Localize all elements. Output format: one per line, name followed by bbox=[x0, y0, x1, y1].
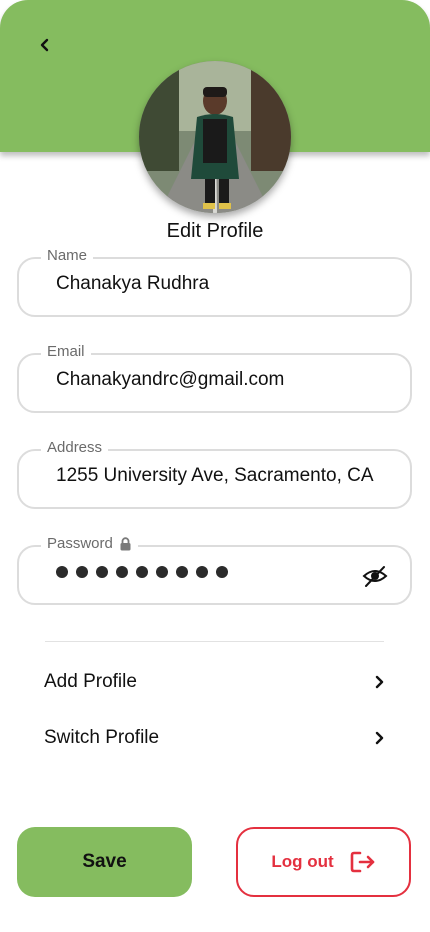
lock-icon bbox=[120, 536, 131, 550]
password-input[interactable] bbox=[56, 566, 228, 578]
switch-profile-item[interactable]: Switch Profile bbox=[44, 722, 386, 754]
name-label: Name bbox=[41, 247, 94, 264]
logout-label: Log out bbox=[271, 852, 334, 871]
password-dot bbox=[136, 566, 148, 578]
add-profile-label: Add Profile bbox=[44, 671, 137, 692]
password-dot bbox=[116, 566, 128, 578]
eye-slash-icon[interactable] bbox=[362, 563, 388, 589]
password-dot bbox=[76, 566, 88, 578]
save-button[interactable]: Save bbox=[17, 827, 192, 897]
chevron-right-icon bbox=[375, 675, 384, 689]
name-label-text: Name bbox=[47, 247, 88, 264]
password-dot bbox=[216, 566, 228, 578]
add-profile-item[interactable]: Add Profile bbox=[44, 666, 386, 698]
chevron-left-icon bbox=[40, 38, 49, 52]
password-field[interactable]: Password bbox=[17, 535, 412, 605]
address-field[interactable]: Address bbox=[17, 439, 412, 509]
save-label: Save bbox=[82, 851, 127, 872]
back-button[interactable] bbox=[30, 30, 60, 60]
email-input[interactable] bbox=[56, 369, 386, 391]
divider bbox=[45, 641, 384, 642]
name-field[interactable]: Name bbox=[17, 247, 412, 317]
password-dot bbox=[176, 566, 188, 578]
email-field[interactable]: Email bbox=[17, 343, 412, 413]
email-label-text: Email bbox=[47, 343, 85, 360]
profile-photo bbox=[139, 61, 291, 213]
password-dot bbox=[96, 566, 108, 578]
address-input[interactable] bbox=[56, 465, 386, 487]
name-input[interactable] bbox=[56, 273, 386, 295]
password-dot bbox=[56, 566, 68, 578]
avatar[interactable] bbox=[139, 61, 291, 213]
email-label: Email bbox=[41, 343, 91, 360]
page-title: Edit Profile bbox=[166, 220, 264, 242]
password-label: Password bbox=[41, 535, 138, 552]
switch-profile-label: Switch Profile bbox=[44, 727, 160, 748]
address-label: Address bbox=[41, 439, 109, 456]
logout-icon bbox=[350, 851, 374, 873]
logout-button[interactable]: Log out bbox=[236, 827, 411, 897]
password-dot bbox=[196, 566, 208, 578]
password-dot bbox=[156, 566, 168, 578]
chevron-right-icon bbox=[375, 731, 384, 745]
password-label-text: Password bbox=[47, 535, 113, 552]
address-label-text: Address bbox=[47, 439, 103, 456]
